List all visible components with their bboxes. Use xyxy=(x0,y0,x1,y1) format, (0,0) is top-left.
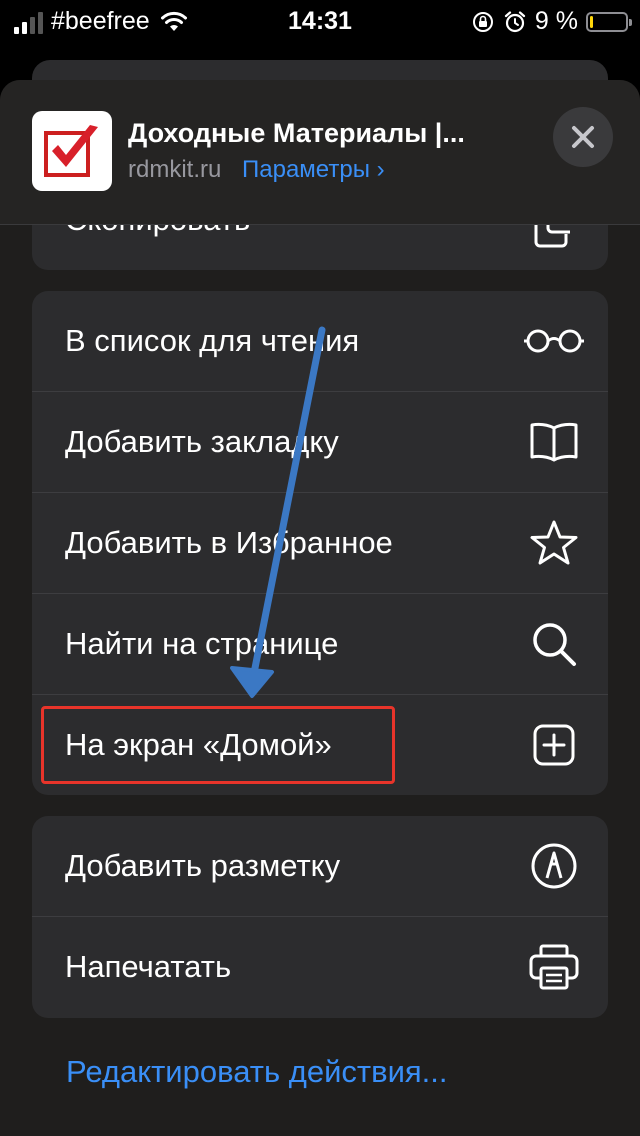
reading-list-row[interactable]: В список для чтения xyxy=(32,291,608,392)
close-icon xyxy=(572,126,594,148)
close-button[interactable] xyxy=(553,107,613,167)
row-label: Добавить в Избранное xyxy=(65,525,393,560)
row-label: В список для чтения xyxy=(65,323,360,358)
site-url: rdmkit.ru xyxy=(128,156,222,183)
edit-actions-link[interactable]: Редактировать действия... xyxy=(66,1054,448,1090)
orientation-lock-icon xyxy=(472,11,493,32)
bookmark-row[interactable]: Добавить закладку xyxy=(32,392,608,493)
favorites-row[interactable]: Добавить в Избранное xyxy=(32,493,608,594)
book-icon xyxy=(528,416,580,468)
battery-percent: 9 % xyxy=(534,7,578,35)
glasses-icon xyxy=(522,315,586,367)
row-label: Добавить разметку xyxy=(65,848,341,883)
battery-level xyxy=(590,15,593,28)
highlight-annotation xyxy=(41,706,395,784)
markup-row[interactable]: Добавить разметку xyxy=(32,816,608,917)
options-link[interactable]: Параметры › xyxy=(242,156,385,183)
markup-icon xyxy=(528,840,580,892)
battery-icon xyxy=(586,11,632,32)
site-favicon xyxy=(32,111,112,191)
chevron-right-icon: › xyxy=(376,156,385,183)
row-label: Найти на странице xyxy=(65,626,339,661)
printer-icon xyxy=(528,941,580,993)
site-subtitle: rdmkit.ru Параметры › xyxy=(128,156,385,184)
site-title: Доходные Материалы |... xyxy=(128,118,465,148)
options-label: Параметры xyxy=(242,156,370,183)
screen: #beefree 14:31 9 % Доходные Материалы |.… xyxy=(0,0,640,1136)
share-sheet-header: Доходные Материалы |... rdmkit.ru Параме… xyxy=(0,80,640,225)
row-label: Добавить закладку xyxy=(65,424,339,459)
alarm-icon xyxy=(504,10,526,32)
plus-square-icon xyxy=(528,719,580,771)
print-row[interactable]: Напечатать xyxy=(32,917,608,1017)
magnifier-icon xyxy=(528,618,580,670)
star-icon xyxy=(528,517,580,569)
find-on-page-row[interactable]: Найти на странице xyxy=(32,594,608,695)
status-right: 9 % xyxy=(471,7,632,36)
action-group-secondary: Добавить разметку Напечатать xyxy=(32,816,608,1018)
status-bar: #beefree 14:31 9 % xyxy=(0,0,640,44)
row-label: Напечатать xyxy=(65,949,232,984)
